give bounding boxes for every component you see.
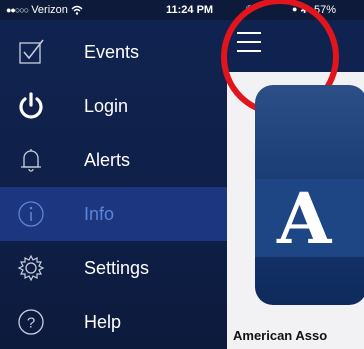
bell-icon [14,143,48,177]
sidebar-item-help[interactable]: ? Help [0,295,227,349]
logo-letter: A [277,177,332,260]
sidebar-item-alerts[interactable]: Alerts [0,133,227,187]
wifi-icon [71,5,83,15]
info-icon [14,197,48,231]
sidebar-item-label: Info [84,203,115,224]
sidebar-item-label: Help [84,311,122,332]
sidebar-item-label: Settings [84,257,150,278]
sidebar-menu: Events Login Alerts Info Settings ? Help [0,20,227,349]
sidebar-item-label: Events [84,41,140,62]
power-icon [14,89,48,123]
events-checkbox-icon [14,35,48,69]
sidebar-item-login[interactable]: Login [0,79,227,133]
sidebar-item-label: Login [84,95,129,116]
signal-strength-icon: ●●○○○ [6,5,29,15]
sidebar-item-events[interactable]: Events [0,25,227,79]
app-logo-tile: A [255,85,364,305]
carrier-name: Verizon [31,4,68,16]
clock: 11:24 PM [166,4,214,16]
organization-name: American Asso [233,328,328,343]
question-icon: ? [14,305,48,339]
gear-icon [14,251,48,285]
sidebar-item-label: Alerts [84,149,131,170]
svg-text:?: ? [27,315,35,332]
sidebar-item-settings[interactable]: Settings [0,241,227,295]
main-content: A American Asso [221,0,364,349]
sidebar-item-info[interactable]: Info [0,187,227,241]
carrier-info: ●●○○○ Verizon [6,4,83,16]
